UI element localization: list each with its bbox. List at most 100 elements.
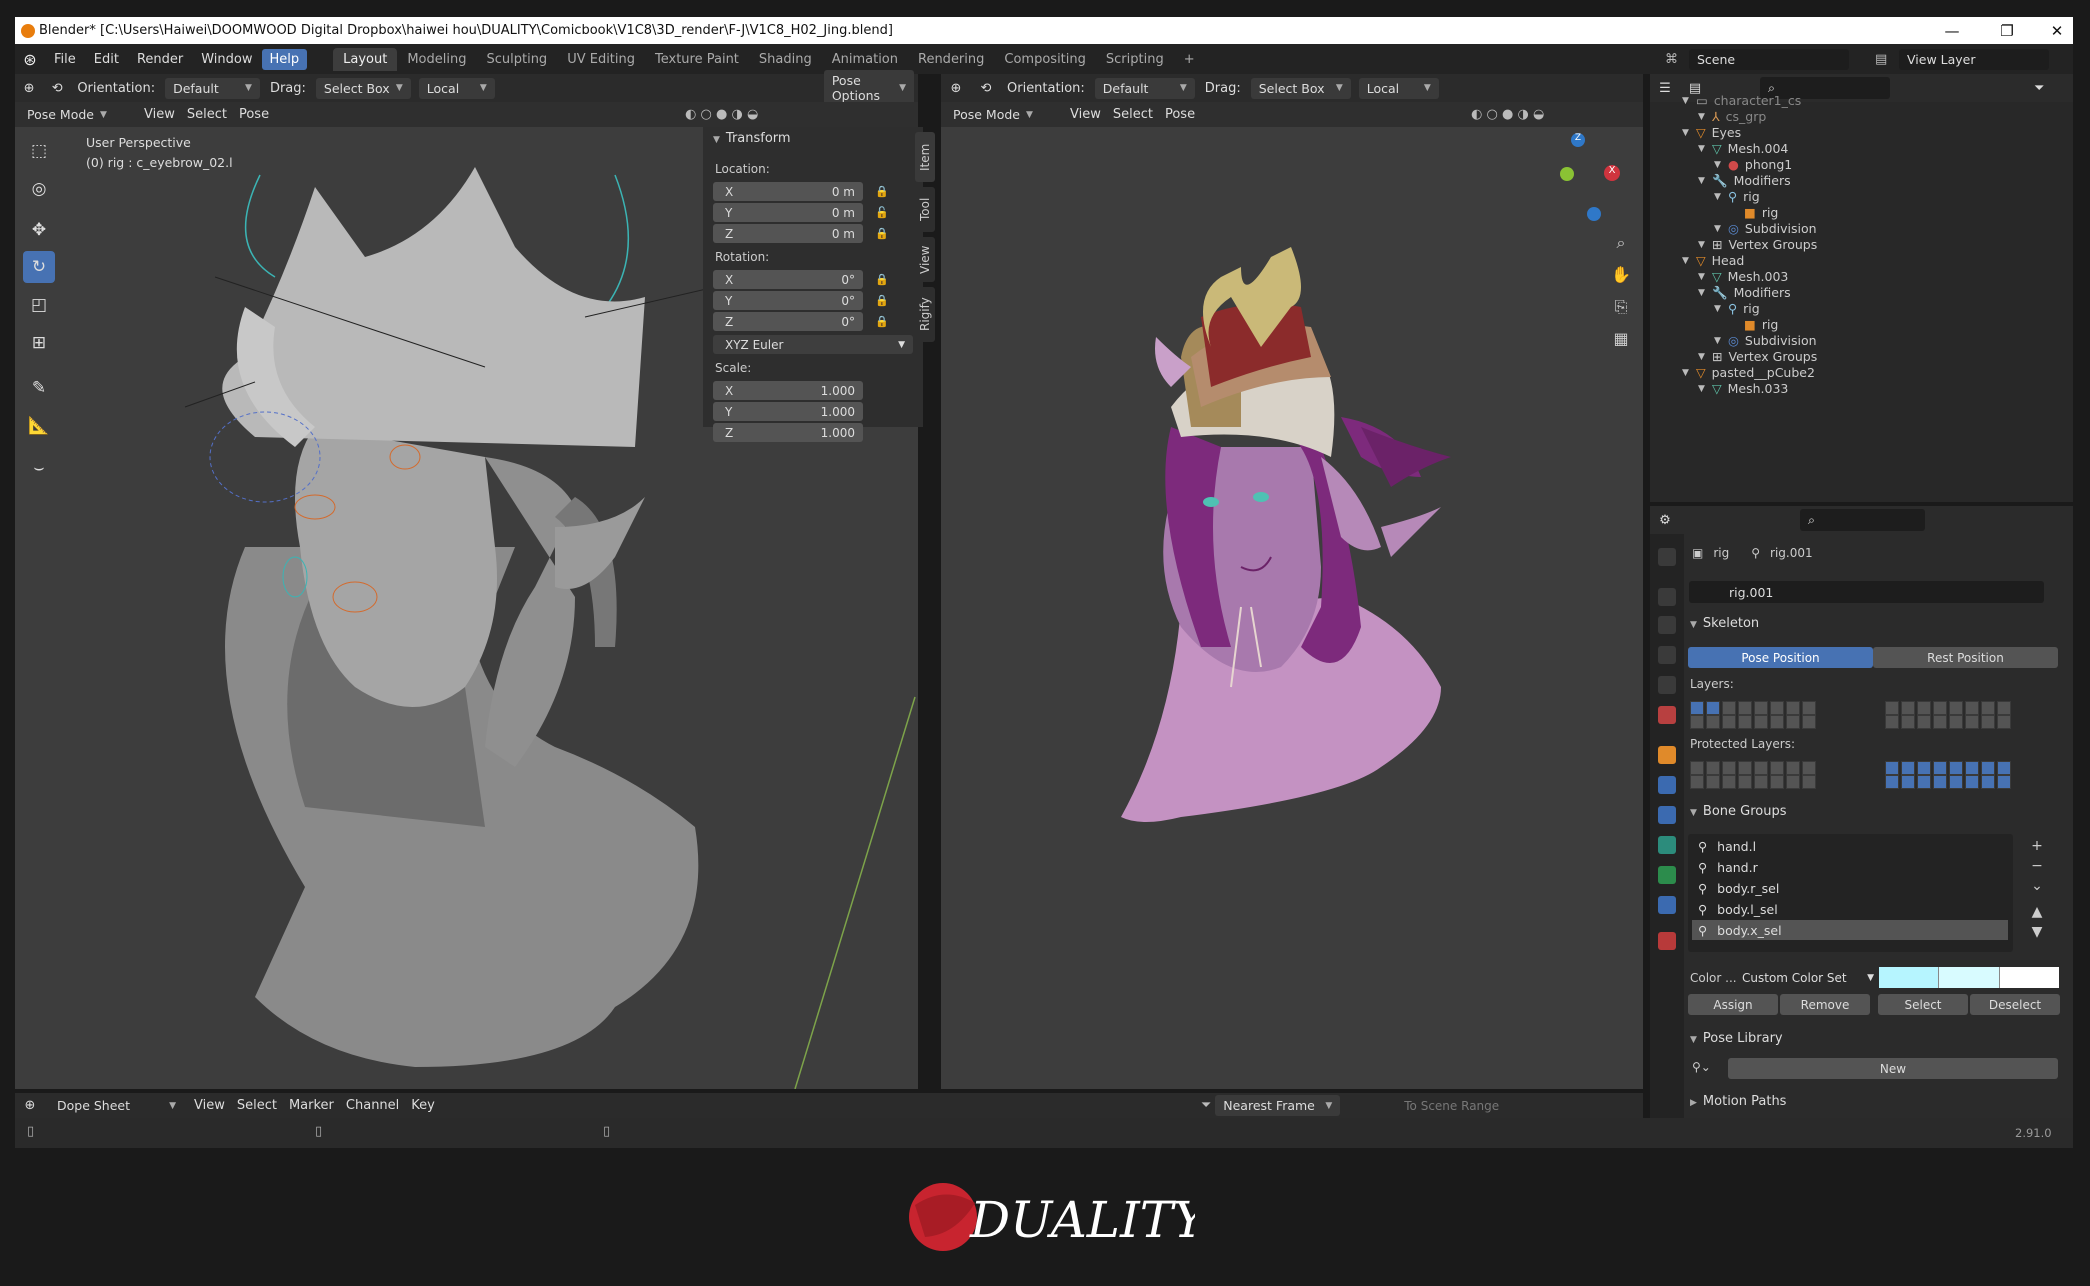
editor-type-icon[interactable]: ⊕ bbox=[15, 81, 43, 96]
tab-rigify[interactable]: Rigify bbox=[915, 287, 935, 342]
scale-x-field[interactable]: X 1.000 bbox=[713, 381, 863, 400]
skeleton-panel-header[interactable]: ▼ Skeleton bbox=[1690, 616, 1759, 631]
workspace-tab-compositing[interactable]: Compositing bbox=[994, 48, 1096, 71]
bone-group-item[interactable]: ⚲ body.x_sel bbox=[1692, 920, 2008, 940]
scale-z-field[interactable]: Z 1.000 bbox=[713, 423, 863, 442]
menu-help[interactable]: Help bbox=[261, 48, 308, 70]
constraints-tab-icon[interactable] bbox=[1658, 806, 1676, 824]
bone-layer-toggle[interactable] bbox=[1981, 715, 1995, 729]
move-up-icon[interactable]: ▲ bbox=[2028, 902, 2046, 922]
bone-layer-toggle[interactable] bbox=[1690, 761, 1704, 775]
rest-position-button[interactable]: Rest Position bbox=[1873, 647, 2058, 668]
output-tab-icon[interactable] bbox=[1658, 616, 1676, 634]
bone-layer-toggle[interactable] bbox=[1770, 715, 1784, 729]
view-layer-selector[interactable]: View Layer bbox=[1899, 48, 2049, 70]
tab-view[interactable]: View bbox=[915, 237, 935, 282]
lock-icon[interactable]: 🔒 bbox=[875, 294, 889, 307]
tab-item[interactable]: Item bbox=[915, 132, 935, 182]
color-set-dropdown[interactable]: Custom Color Set ▼ bbox=[1738, 967, 1878, 988]
workspace-tab-texture-paint[interactable]: Texture Paint bbox=[645, 48, 749, 71]
bone-layer-toggle[interactable] bbox=[1997, 701, 2011, 715]
bone-layer-toggle[interactable] bbox=[1981, 701, 1995, 715]
bone-layer-toggle[interactable] bbox=[1965, 775, 1979, 789]
scene-selector[interactable]: Scene bbox=[1689, 48, 1849, 70]
menu-render[interactable]: Render bbox=[128, 52, 192, 67]
protected-layers-grid[interactable] bbox=[1690, 761, 2070, 793]
bone-layers-grid[interactable] bbox=[1690, 701, 2070, 733]
drag-dropdown[interactable]: Select Box ▼ bbox=[315, 77, 411, 99]
mode-dropdown[interactable]: Pose Mode ▼ bbox=[945, 104, 1060, 125]
expand-toggle-icon[interactable]: ▼ bbox=[1698, 112, 1712, 122]
workspace-tab-sculpting[interactable]: Sculpting bbox=[476, 48, 557, 71]
bone-layer-toggle[interactable] bbox=[1901, 761, 1915, 775]
bone-layer-toggle[interactable] bbox=[1885, 775, 1899, 789]
select-color-swatch[interactable] bbox=[1938, 967, 1999, 988]
rotation-mode-dropdown[interactable]: XYZ Euler ▼ bbox=[713, 335, 913, 354]
menu-file[interactable]: File bbox=[45, 52, 85, 67]
bone-layer-toggle[interactable] bbox=[1722, 701, 1736, 715]
move-down-icon[interactable]: ▼ bbox=[2028, 922, 2046, 942]
expand-toggle-icon[interactable]: ▼ bbox=[1714, 336, 1728, 346]
lock-icon[interactable]: 🔒 bbox=[875, 273, 889, 286]
breadcrumb-object[interactable]: rig bbox=[1713, 546, 1729, 560]
menu-window[interactable]: Window bbox=[192, 52, 261, 67]
workspace-tab-modeling[interactable]: Modeling bbox=[397, 48, 476, 71]
pose-library-browse-icon[interactable]: ⚲⌄ bbox=[1692, 1060, 1711, 1074]
location-z-field[interactable]: Z0 m bbox=[713, 224, 863, 243]
add-workspace-button[interactable]: + bbox=[1174, 48, 1205, 71]
outliner-editor-icon[interactable]: ☰ bbox=[1650, 81, 1680, 96]
transform-panel-header[interactable]: ▼ Transform bbox=[713, 131, 791, 146]
gizmo-z-axis[interactable]: Z bbox=[1571, 133, 1585, 147]
object-tab-icon[interactable] bbox=[1658, 746, 1676, 764]
bone-layer-toggle[interactable] bbox=[1997, 775, 2011, 789]
expand-toggle-icon[interactable]: ▼ bbox=[1698, 384, 1712, 394]
bone-layer-toggle[interactable] bbox=[1965, 715, 1979, 729]
expand-toggle-icon[interactable]: ▼ bbox=[1698, 272, 1712, 282]
bone-layer-toggle[interactable] bbox=[1917, 761, 1931, 775]
bone-layer-toggle[interactable] bbox=[1901, 701, 1915, 715]
physics-tab-icon[interactable] bbox=[1658, 776, 1676, 794]
lock-icon[interactable]: 🔒 bbox=[875, 315, 889, 328]
dopesheet-mode-dropdown[interactable]: Dope Sheet ▼ bbox=[49, 1095, 184, 1116]
bone-group-item[interactable]: ⚲ hand.r bbox=[1692, 857, 2008, 877]
pose-menu[interactable]: Pose bbox=[239, 107, 269, 122]
bone-layer-toggle[interactable] bbox=[1802, 775, 1816, 789]
bone-layer-toggle[interactable] bbox=[1997, 715, 2011, 729]
new-pose-library-button[interactable]: New bbox=[1728, 1058, 2058, 1079]
add-bone-group-icon[interactable]: + bbox=[2028, 836, 2046, 856]
shading-modes-icon[interactable]: ◐ ○ ● ◑ ◒ bbox=[685, 107, 758, 122]
bone-layer-toggle[interactable] bbox=[1706, 775, 1720, 789]
bone-layer-toggle[interactable] bbox=[1949, 701, 1963, 715]
bone-layer-toggle[interactable] bbox=[1786, 701, 1800, 715]
dopesheet-select-menu[interactable]: Select bbox=[237, 1098, 277, 1113]
pose-library-panel-header[interactable]: ▼ Pose Library bbox=[1690, 1031, 1783, 1046]
bone-layer-toggle[interactable] bbox=[1949, 761, 1963, 775]
location-y-field[interactable]: Y0 m bbox=[713, 203, 863, 222]
bone-layer-toggle[interactable] bbox=[1690, 701, 1704, 715]
active-color-swatch[interactable] bbox=[1998, 967, 2059, 988]
bone-layer-toggle[interactable] bbox=[1981, 761, 1995, 775]
expand-toggle-icon[interactable]: ▼ bbox=[1714, 192, 1728, 202]
bone-layer-toggle[interactable] bbox=[1722, 761, 1736, 775]
remove-bone-group-icon[interactable]: − bbox=[2028, 856, 2046, 876]
bone-layer-toggle[interactable] bbox=[1738, 775, 1752, 789]
view-menu[interactable]: View bbox=[1070, 107, 1101, 122]
bone-group-item[interactable]: ⚲ body.r_sel bbox=[1692, 878, 2008, 898]
close-button[interactable]: ✕ bbox=[2035, 17, 2079, 44]
world-tab-icon[interactable] bbox=[1658, 706, 1676, 724]
rotation-z-field[interactable]: Z 0° bbox=[713, 312, 863, 331]
location-x-field[interactable]: X0 m bbox=[713, 182, 863, 201]
expand-toggle-icon[interactable]: ▼ bbox=[1682, 96, 1696, 106]
workspace-tab-animation[interactable]: Animation bbox=[822, 48, 908, 71]
orientation-dropdown[interactable]: Default ▼ bbox=[1094, 77, 1195, 99]
bone-layer-toggle[interactable] bbox=[1933, 761, 1947, 775]
bone-layer-toggle[interactable] bbox=[1690, 715, 1704, 729]
dopesheet-view-menu[interactable]: View bbox=[194, 1098, 225, 1113]
scale-y-field[interactable]: Y 1.000 bbox=[713, 402, 863, 421]
pose-menu[interactable]: Pose bbox=[1165, 107, 1195, 122]
bone-group-item[interactable]: ⚲ body.l_sel bbox=[1692, 899, 2008, 919]
bone-layer-toggle[interactable] bbox=[1738, 715, 1752, 729]
properties-search-input[interactable]: ⌕ bbox=[1800, 509, 1925, 531]
tab-tool[interactable]: Tool bbox=[915, 187, 935, 232]
pivot-dropdown[interactable]: Local ▼ bbox=[418, 77, 495, 99]
